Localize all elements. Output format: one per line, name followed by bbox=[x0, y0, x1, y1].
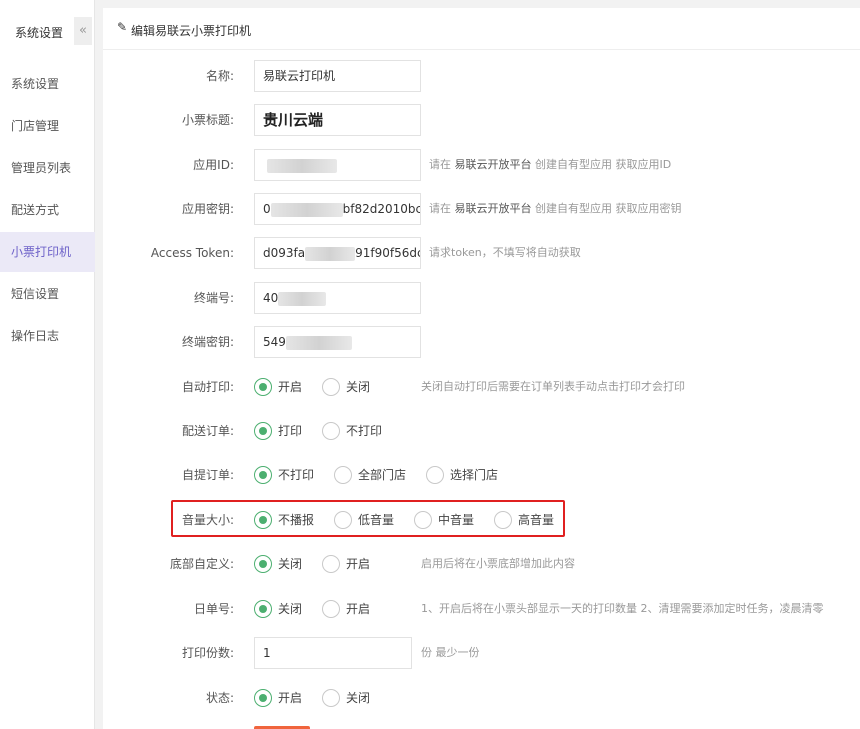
sidebar-item-system[interactable]: 系统设置 bbox=[0, 64, 95, 104]
app-id-row: 应用ID: 请在 易联云开放平台 创建自有型应用 获取应用ID bbox=[103, 149, 860, 183]
sidebar-item-logs[interactable]: 操作日志 bbox=[0, 316, 95, 356]
name-label: 名称: bbox=[205, 69, 234, 83]
platform-link[interactable]: 易联云开放平台 bbox=[455, 158, 532, 171]
volume-highlight-box bbox=[171, 500, 565, 537]
collapse-icon[interactable]: « bbox=[74, 17, 92, 45]
footer-custom-label: 底部自定义: bbox=[169, 557, 234, 571]
sidebar-item-sms[interactable]: 短信设置 bbox=[0, 274, 95, 314]
redacted-blur bbox=[267, 158, 337, 173]
daily-no-row: 日单号: 关闭 开启 1、开启后将在小票头部显示一天的打印数量 2、清理需要添加… bbox=[103, 593, 860, 627]
app-id-label: 应用ID: bbox=[193, 158, 234, 172]
app-secret-tip: 请在 易联云开放平台 创建自有型应用 获取应用密钥 bbox=[429, 202, 682, 215]
footer-custom-row: 底部自定义: 关闭 开启 启用后将在小票底部增加此内容 bbox=[103, 548, 860, 582]
sidebar-header: 系统设置 « bbox=[0, 14, 95, 50]
app-id-input[interactable] bbox=[254, 149, 421, 181]
terminal-no-label: 终端号: bbox=[193, 291, 234, 305]
redacted-blur bbox=[278, 291, 327, 306]
status-row: 状态: 开启 关闭 bbox=[103, 682, 860, 716]
pickup-order-label: 自提订单: bbox=[181, 468, 234, 482]
auto-print-tip: 关闭自动打印后需要在订单列表手动点击打印才会打印 bbox=[421, 380, 685, 393]
copies-tip: 份 最少一份 bbox=[421, 646, 480, 659]
pickup-order-row: 自提订单: 不打印 全部门店 选择门店 bbox=[103, 459, 860, 493]
sidebar: 系统设置 « 系统设置 门店管理 管理员列表 配送方式 小票打印机 短信设置 操… bbox=[0, 0, 95, 729]
redacted-blur bbox=[270, 202, 343, 217]
sidebar-title: 系统设置 bbox=[15, 26, 64, 40]
footer-custom-tip: 启用后将在小票底部增加此内容 bbox=[421, 557, 575, 570]
auto-print-label: 自动打印: bbox=[181, 380, 234, 394]
redacted-blur bbox=[285, 335, 352, 350]
copies-input[interactable]: 1 bbox=[254, 637, 412, 669]
copies-label: 打印份数: bbox=[181, 646, 234, 660]
ticket-title-input[interactable]: 贵川云端 bbox=[254, 104, 421, 136]
pencil-icon: ✎ bbox=[117, 20, 128, 34]
ticket-title-label: 小票标题: bbox=[181, 113, 234, 127]
terminal-no-input[interactable]: 40 bbox=[254, 282, 421, 314]
sidebar-item-delivery[interactable]: 配送方式 bbox=[0, 190, 95, 230]
terminal-key-input[interactable]: 549 bbox=[254, 326, 421, 358]
edit-panel: ✎ 编辑易联云小票打印机 名称: 易联云打印机 小票标题: 贵川云端 应用ID:… bbox=[103, 8, 860, 729]
platform-link[interactable]: 易联云开放平台 bbox=[455, 202, 532, 215]
app-id-tip: 请在 易联云开放平台 创建自有型应用 获取应用ID bbox=[429, 158, 672, 171]
access-token-label: Access Token: bbox=[150, 246, 234, 260]
app-secret-input[interactable]: 0bf82d2010bcf1 bbox=[254, 193, 421, 225]
access-token-tip: 请求token，不填写将自动获取 bbox=[429, 246, 581, 259]
panel-title: 编辑易联云小票打印机 bbox=[131, 24, 252, 38]
app-secret-row: 应用密钥: 0bf82d2010bcf1 请在 易联云开放平台 创建自有型应用 … bbox=[103, 193, 860, 227]
delivery-order-row: 配送订单: 打印 不打印 bbox=[103, 415, 860, 449]
daily-no-tip: 1、开启后将在小票头部显示一天的打印数量 2、清理需要添加定时任务，凌晨清零 bbox=[421, 602, 824, 615]
access-token-input[interactable]: d093fa91f90f56dc7 bbox=[254, 237, 421, 269]
name-row: 名称: 易联云打印机 bbox=[103, 60, 860, 94]
daily-no-label: 日单号: bbox=[193, 602, 234, 616]
app-secret-label: 应用密钥: bbox=[181, 202, 234, 216]
terminal-key-row: 终端密钥: 549 bbox=[103, 326, 860, 360]
delivery-order-label: 配送订单: bbox=[181, 424, 234, 438]
sidebar-item-stores[interactable]: 门店管理 bbox=[0, 106, 95, 146]
terminal-key-label: 终端密钥: bbox=[181, 335, 234, 349]
terminal-no-row: 终端号: 40 bbox=[103, 282, 860, 316]
access-token-row: Access Token: d093fa91f90f56dc7 请求token，… bbox=[103, 237, 860, 271]
ticket-title-row: 小票标题: 贵川云端 bbox=[103, 104, 860, 138]
redacted-blur bbox=[305, 246, 356, 261]
status-label: 状态: bbox=[205, 691, 234, 705]
sidebar-item-printer[interactable]: 小票打印机 bbox=[0, 232, 95, 272]
copies-row: 打印份数: 1 份 最少一份 bbox=[103, 637, 860, 671]
auto-print-row: 自动打印: 开启 关闭 关闭自动打印后需要在订单列表手动点击打印才会打印 bbox=[103, 371, 860, 405]
panel-header: ✎ 编辑易联云小票打印机 bbox=[103, 8, 860, 50]
name-input[interactable]: 易联云打印机 bbox=[254, 60, 421, 92]
sidebar-item-admins[interactable]: 管理员列表 bbox=[0, 148, 95, 188]
